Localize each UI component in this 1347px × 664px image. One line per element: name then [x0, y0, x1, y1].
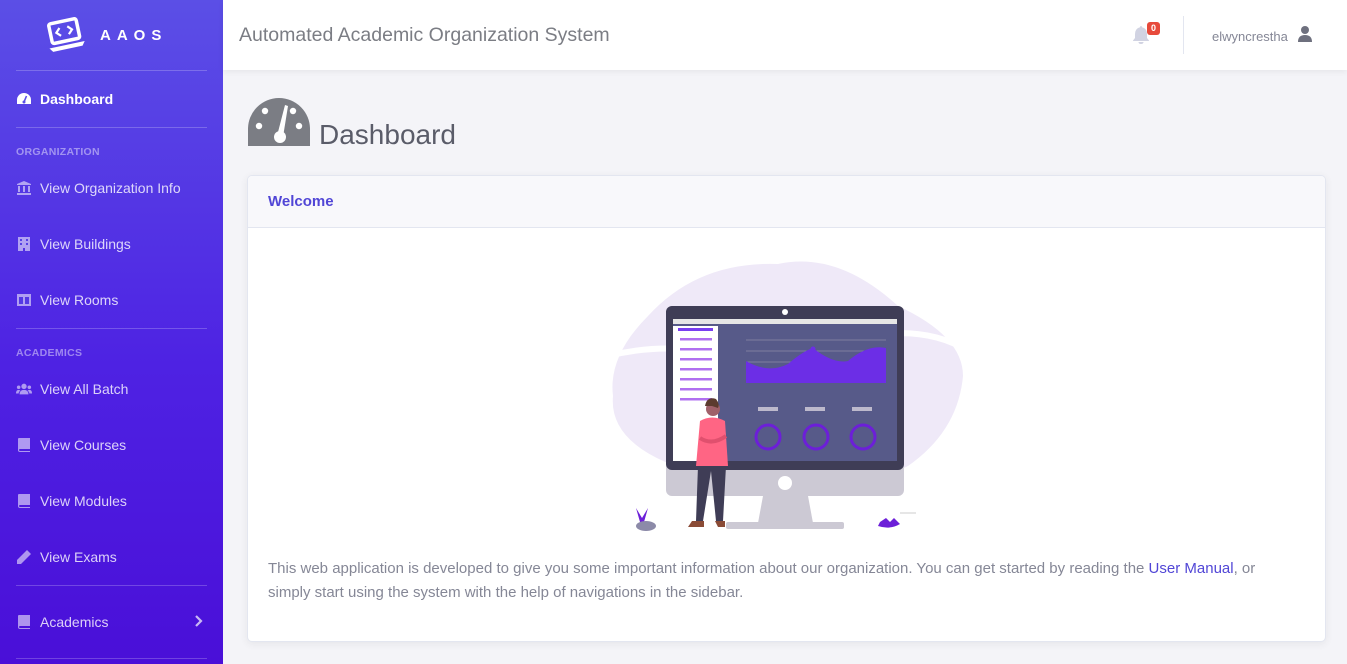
sidebar-item-label: View Organization Info [40, 180, 181, 196]
sidebar-item-exams[interactable]: View Exams [0, 529, 223, 585]
welcome-text: This web application is developed to giv… [268, 557, 1298, 605]
laptop-code-icon [42, 15, 88, 55]
columns-icon [16, 292, 32, 308]
welcome-text-before: This web application is developed to giv… [268, 560, 1149, 577]
book-icon [16, 493, 32, 509]
sidebar-item-all-batch[interactable]: View All Batch [0, 361, 223, 417]
sidebar-item-label: Academics [40, 614, 109, 630]
sidebar: AAOS Dashboard ORGANIZATION View Organiz… [0, 0, 223, 664]
welcome-card: Welcome This web application is develope… [247, 175, 1326, 642]
sidebar-item-label: View Buildings [40, 236, 131, 252]
tachometer-icon [16, 91, 32, 107]
tachometer-icon [247, 96, 311, 153]
sidebar-item-courses[interactable]: View Courses [0, 417, 223, 473]
page-heading: Dashboard [247, 96, 456, 153]
dashboard-illustration [607, 256, 970, 546]
user-menu[interactable]: elwyncrestha [1212, 26, 1312, 47]
topbar-divider [1183, 16, 1184, 54]
topbar: Automated Academic Organization System 0… [223, 0, 1347, 70]
sidebar-item-label: View Courses [40, 437, 127, 453]
sidebar-divider [16, 658, 207, 659]
user-manual-link[interactable]: User Manual [1149, 560, 1234, 577]
sidebar-item-buildings[interactable]: View Buildings [0, 216, 223, 272]
book-icon [16, 437, 32, 453]
app-title: Automated Academic Organization System [239, 23, 610, 46]
page-title: Dashboard [319, 119, 456, 150]
sidebar-collapse-academics[interactable]: Academics [0, 586, 223, 658]
brand-name: AAOS [100, 26, 168, 44]
user-icon [1297, 26, 1312, 47]
sidebar-item-label: Dashboard [40, 91, 114, 107]
landmark-icon [16, 180, 32, 196]
brand[interactable]: AAOS [0, 0, 223, 70]
sidebar-item-label: View Exams [40, 549, 117, 565]
sidebar-item-rooms[interactable]: View Rooms [0, 272, 223, 328]
users-icon [16, 381, 32, 397]
sidebar-item-dashboard[interactable]: Dashboard [0, 71, 223, 127]
sidebar-heading-organization: ORGANIZATION [16, 146, 100, 158]
notification-badge: 0 [1147, 22, 1161, 35]
book-icon [16, 614, 32, 630]
sidebar-item-label: View Rooms [40, 292, 119, 308]
sidebar-item-label: View All Batch [40, 381, 129, 397]
username: elwyncrestha [1212, 29, 1288, 44]
pencil-icon [16, 549, 32, 565]
sidebar-item-organization-info[interactable]: View Organization Info [0, 160, 223, 216]
building-icon [16, 236, 32, 252]
card-title: Welcome [268, 193, 334, 210]
chevron-right-icon [195, 614, 203, 630]
sidebar-item-label: View Modules [40, 493, 127, 509]
sidebar-item-modules[interactable]: View Modules [0, 473, 223, 529]
sidebar-heading-academics: ACADEMICS [16, 347, 83, 359]
card-header: Welcome [248, 176, 1325, 228]
